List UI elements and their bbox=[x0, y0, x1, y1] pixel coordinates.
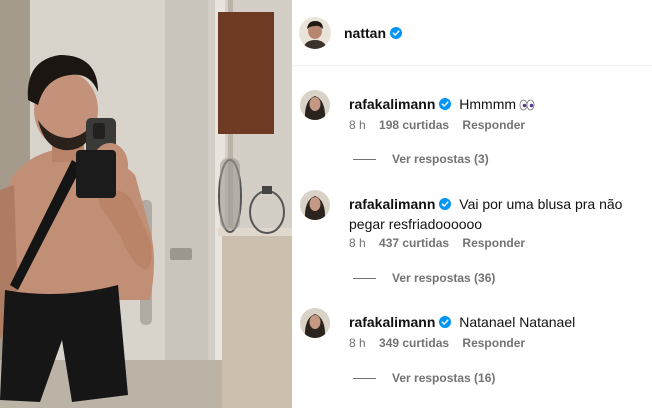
comment-likes[interactable]: 349 curtidas bbox=[379, 336, 449, 350]
mirror-selfie-image bbox=[0, 0, 292, 408]
comments-panel: nattan rafakalimann Hmmmm 8 h 198 curtid… bbox=[292, 0, 652, 408]
view-replies-label[interactable]: Ver respostas (3) bbox=[392, 152, 489, 166]
comment-likes[interactable]: 198 curtidas bbox=[379, 118, 449, 132]
comment-username[interactable]: rafakalimann bbox=[349, 314, 435, 330]
view-replies-button[interactable]: Ver respostas (16) bbox=[353, 371, 495, 385]
comment-text: rafakalimann Natanael Natanael bbox=[349, 312, 652, 332]
reply-button[interactable]: Responder bbox=[462, 118, 525, 132]
comment-time: 8 h bbox=[349, 336, 366, 350]
replies-divider bbox=[353, 159, 376, 161]
verified-badge-icon bbox=[390, 27, 402, 39]
comment-body: Natanael Natanael bbox=[459, 314, 576, 330]
comment-username[interactable]: rafakalimann bbox=[349, 96, 435, 112]
comment-time: 8 h bbox=[349, 118, 366, 132]
verified-badge-icon bbox=[439, 316, 452, 328]
reply-button[interactable]: Responder bbox=[462, 336, 525, 350]
comment-meta: 8 h 437 curtidas Responder bbox=[349, 236, 535, 250]
commenter-avatar[interactable] bbox=[300, 190, 330, 220]
author-avatar[interactable] bbox=[299, 17, 331, 49]
comment-text: rafakalimann Hmmmm bbox=[349, 94, 652, 116]
author-username-text[interactable]: nattan bbox=[344, 25, 386, 41]
author-username[interactable]: nattan bbox=[344, 25, 402, 41]
view-replies-button[interactable]: Ver respostas (3) bbox=[353, 152, 489, 166]
post-header: nattan bbox=[292, 0, 652, 66]
comment-time: 8 h bbox=[349, 236, 366, 250]
eyes-emoji-icon bbox=[519, 96, 535, 116]
verified-badge-icon bbox=[439, 98, 452, 110]
comment-likes[interactable]: 437 curtidas bbox=[379, 236, 449, 250]
comment-text: rafakalimann Vai por uma blusa pra não p… bbox=[349, 194, 652, 234]
reply-button[interactable]: Responder bbox=[462, 236, 525, 250]
commenter-avatar[interactable] bbox=[300, 308, 330, 338]
view-replies-button[interactable]: Ver respostas (36) bbox=[353, 271, 495, 285]
comment-meta: 8 h 198 curtidas Responder bbox=[349, 118, 535, 132]
replies-divider bbox=[353, 278, 376, 280]
post-photo bbox=[0, 0, 292, 408]
commenter-avatar[interactable] bbox=[300, 90, 330, 120]
view-replies-label[interactable]: Ver respostas (36) bbox=[392, 271, 495, 285]
comment-body: Hmmmm bbox=[459, 96, 517, 112]
replies-divider bbox=[353, 378, 376, 380]
verified-badge-icon bbox=[439, 198, 452, 210]
comment-meta: 8 h 349 curtidas Responder bbox=[349, 336, 535, 350]
view-replies-label[interactable]: Ver respostas (16) bbox=[392, 371, 495, 385]
comment-username[interactable]: rafakalimann bbox=[349, 196, 435, 212]
